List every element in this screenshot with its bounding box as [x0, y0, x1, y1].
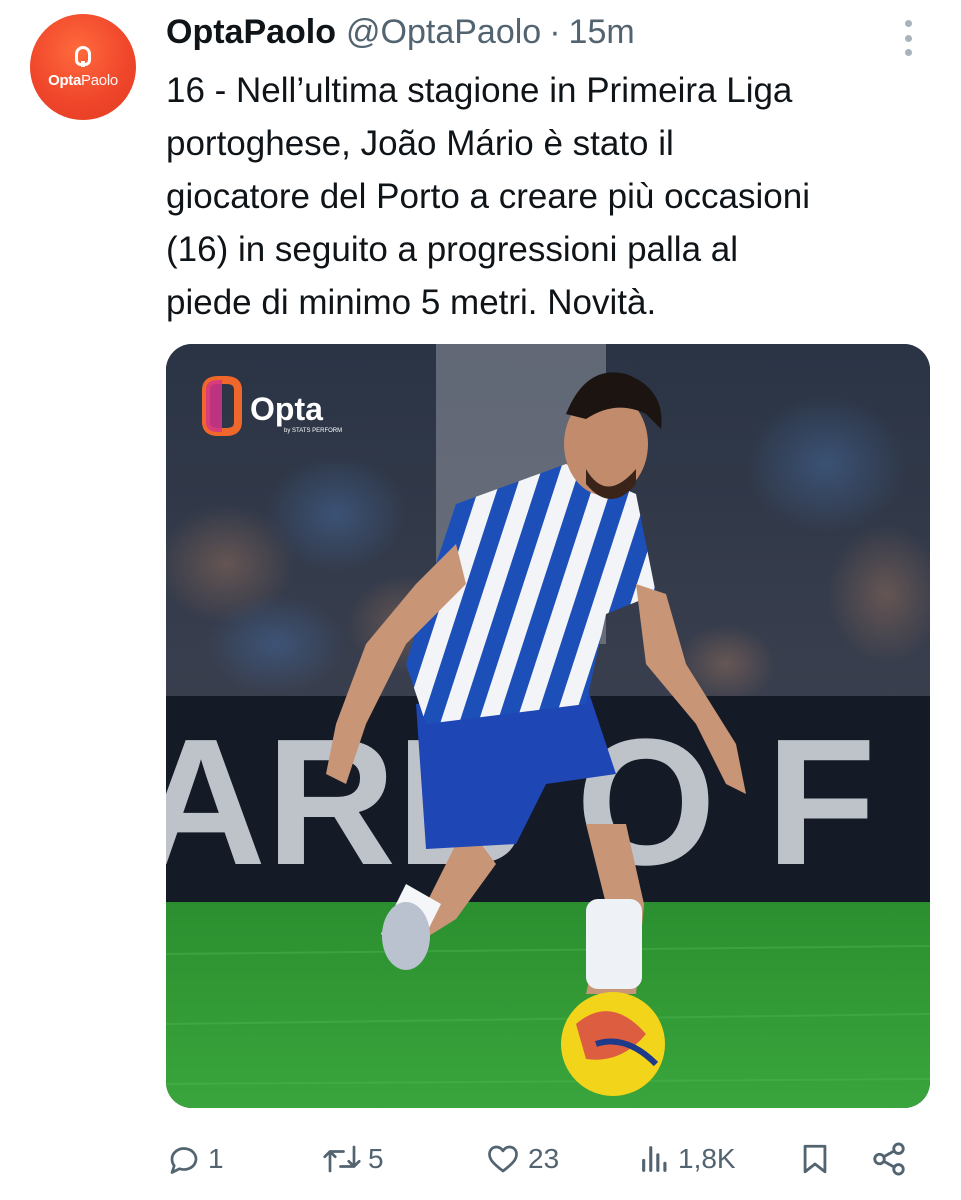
views-icon [642, 1146, 667, 1172]
share-icon [873, 1142, 905, 1176]
bookmark-button[interactable] [798, 1134, 832, 1184]
separator-dot: · [549, 12, 561, 51]
avatar-brand: OptaPaolo [48, 71, 118, 89]
svg-text:by STATS PERFORM: by STATS PERFORM [284, 428, 342, 434]
like-button[interactable]: 23 [484, 1134, 559, 1184]
author-handle[interactable]: @OptaPaolo [346, 13, 541, 52]
tweet-actions: 1 5 23 1,8K [166, 1134, 930, 1184]
reply-count: 1 [208, 1143, 224, 1174]
avatar[interactable]: OptaPaolo [30, 14, 136, 120]
author-display-name[interactable]: OptaPaolo [166, 13, 336, 52]
player-photo: ARB O F Opta by STATS PERFORM [166, 344, 930, 1108]
timestamp[interactable]: 15m [569, 13, 635, 52]
views-button[interactable]: 1,8K [638, 1134, 736, 1184]
retweet-button[interactable]: 5 [322, 1134, 384, 1184]
opta-glyph-icon [75, 45, 91, 67]
retweet-count: 5 [368, 1143, 384, 1174]
views-count: 1,8K [678, 1143, 736, 1174]
share-button[interactable] [870, 1134, 908, 1184]
heart-icon [488, 1145, 518, 1173]
tweet-media[interactable]: ARB O F Opta by STATS PERFORM [166, 344, 930, 1108]
tweet-text: 16 - Nell’ultima stagione in Primeira Li… [166, 71, 810, 322]
reply-button[interactable]: 1 [166, 1134, 224, 1184]
retweet-icon [323, 1145, 361, 1173]
tweet-header: OptaPaolo @OptaPaolo · 15m [166, 8, 635, 56]
like-count: 23 [528, 1143, 560, 1174]
svg-text:Opta: Opta [250, 391, 323, 427]
more-options-icon[interactable] [902, 20, 914, 56]
bookmark-icon [803, 1144, 827, 1174]
reply-icon [170, 1147, 198, 1174]
